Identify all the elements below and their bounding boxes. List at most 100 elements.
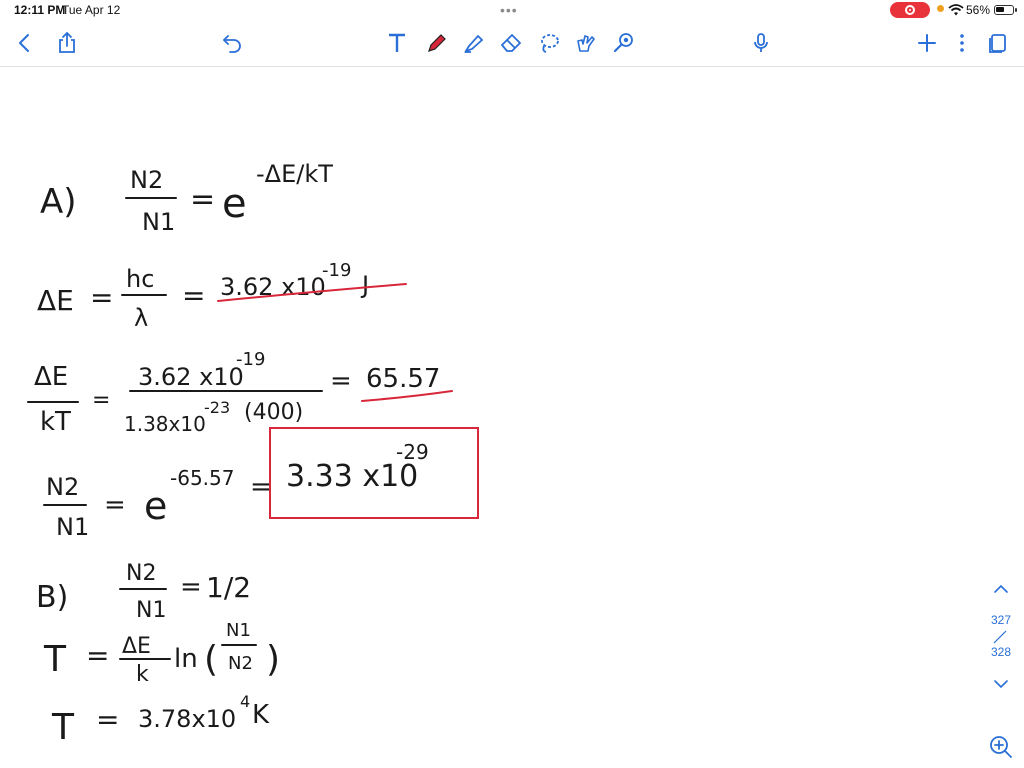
lasso-tool-button[interactable] xyxy=(534,28,564,58)
pen-tool-button[interactable] xyxy=(422,28,452,58)
b-fraction-numerator: N2 xyxy=(126,561,156,586)
ratio-denominator: kT xyxy=(40,407,71,437)
back-button[interactable] xyxy=(10,28,40,58)
battery-level xyxy=(996,7,1004,12)
ratio-calc-denominator-exp: -23 xyxy=(204,398,230,417)
pop-denominator: N1 xyxy=(56,513,89,541)
de-equals-2: = xyxy=(182,279,205,312)
battery-nub xyxy=(1015,8,1017,12)
a-fraction-denominator: N1 xyxy=(142,208,175,236)
ratio-calc-denominator-tail: (400) xyxy=(244,400,303,425)
pop-exp-base: e xyxy=(144,484,167,528)
b-value: 1/2 xyxy=(206,571,251,604)
pop-equals: = xyxy=(104,490,126,520)
t-lhs: T xyxy=(43,639,67,680)
eraser-icon xyxy=(501,34,521,52)
next-page-button[interactable] xyxy=(992,677,1010,691)
chevron-down-icon xyxy=(994,680,1008,689)
t-inner-numerator: N1 xyxy=(226,620,251,641)
de-lhs: ΔE xyxy=(37,284,74,317)
ratio-calc-denominator: 1.38x10 xyxy=(124,412,206,436)
zoom-in-icon xyxy=(990,736,1012,758)
de-value: 3.62 x10 xyxy=(220,273,326,301)
laser-pointer-button[interactable] xyxy=(608,28,638,58)
a-equals: = xyxy=(190,182,215,217)
text-tool-icon xyxy=(389,33,405,52)
orientation-lock-indicator xyxy=(937,5,944,12)
b-equals: = xyxy=(180,572,202,602)
screen-recording-indicator[interactable] xyxy=(890,2,930,18)
t-fraction-numerator: ΔE xyxy=(122,634,151,659)
record-audio-button[interactable] xyxy=(746,28,776,58)
t-fraction-denominator: k xyxy=(136,662,149,687)
b-fraction-denominator: N1 xyxy=(136,598,166,623)
highlighter-icon xyxy=(463,34,484,53)
notes-toolbar xyxy=(0,22,1024,67)
laser-pointer-icon xyxy=(613,33,633,53)
chevron-up-icon xyxy=(994,584,1008,593)
ratio-equals: = xyxy=(92,388,110,413)
battery-percent: 56% xyxy=(966,3,991,17)
previous-page-button[interactable] xyxy=(992,582,1010,596)
pop-numerator: N2 xyxy=(46,473,79,501)
undo-icon xyxy=(223,35,241,53)
record-icon xyxy=(905,5,915,15)
status-bar: 12:11 PM Tue Apr 12 ••• 56% xyxy=(0,0,1024,22)
pages-icon xyxy=(989,34,1006,53)
ratio-equals-2: = xyxy=(330,366,352,396)
pages-overview-button[interactable] xyxy=(983,28,1013,58)
share-icon xyxy=(59,31,75,53)
image-tool-icon xyxy=(577,35,595,52)
pen-icon xyxy=(428,34,446,52)
more-options-button[interactable] xyxy=(947,28,977,58)
eraser-tool-button[interactable] xyxy=(496,28,526,58)
image-tool-button[interactable] xyxy=(571,28,601,58)
back-icon xyxy=(19,34,29,52)
multitasking-dots[interactable]: ••• xyxy=(500,2,518,18)
t2-lhs: T xyxy=(51,707,75,748)
t2-value: 3.78x10 xyxy=(138,705,236,733)
t-paren-close: ) xyxy=(266,639,280,680)
text-tool-button[interactable] xyxy=(382,28,412,58)
a-exp-base: e xyxy=(222,181,247,227)
note-canvas[interactable]: A) N2 N1 = e -ΔE/kT ΔE = hc λ = 3.62 x10… xyxy=(0,67,1024,768)
status-date: Tue Apr 12 xyxy=(62,3,121,17)
ratio-calc-numerator: 3.62 x10 xyxy=(138,363,244,391)
t2-unit: K xyxy=(252,700,270,730)
t-equals: = xyxy=(86,639,109,672)
t-ln: ln xyxy=(174,644,198,674)
a-fraction-numerator: N2 xyxy=(130,166,163,194)
de-unit: J xyxy=(360,271,369,299)
current-page-number: 327 xyxy=(990,613,1012,627)
ratio-calc-numerator-exp: -19 xyxy=(236,349,265,370)
de-fraction-numerator: hc xyxy=(126,265,154,293)
a-exponent: -ΔE/kT xyxy=(256,160,333,188)
pop-exponent: -65.57 xyxy=(170,466,234,490)
highlighter-tool-button[interactable] xyxy=(459,28,489,58)
part-a-label: A) xyxy=(40,182,77,222)
lasso-icon xyxy=(541,34,559,53)
part-b-label: B) xyxy=(36,580,68,615)
share-button[interactable] xyxy=(52,28,82,58)
status-time: 12:11 PM xyxy=(14,3,66,17)
t2-exponent: 4 xyxy=(240,692,250,711)
more-options-icon xyxy=(960,34,964,52)
undo-button[interactable] xyxy=(217,28,247,58)
wifi-icon xyxy=(948,4,964,16)
ratio-value: 65.57 xyxy=(366,364,440,394)
pop-result: 3.33 x10 xyxy=(286,459,418,494)
t-paren-open: ( xyxy=(204,639,218,680)
ratio-numerator: ΔE xyxy=(34,362,68,392)
de-exponent: -19 xyxy=(322,260,351,281)
t2-equals: = xyxy=(96,703,119,736)
pop-result-exponent: -29 xyxy=(396,440,429,464)
pop-equals-2: = xyxy=(250,472,272,502)
total-pages: 328 xyxy=(990,645,1012,659)
battery-icon xyxy=(994,5,1014,15)
add-page-button[interactable] xyxy=(912,28,942,58)
page-separator xyxy=(993,630,1007,644)
de-equals-1: = xyxy=(90,281,113,314)
t-inner-denominator: N2 xyxy=(228,653,253,674)
zoom-button[interactable] xyxy=(987,733,1015,761)
add-page-icon xyxy=(918,34,936,52)
